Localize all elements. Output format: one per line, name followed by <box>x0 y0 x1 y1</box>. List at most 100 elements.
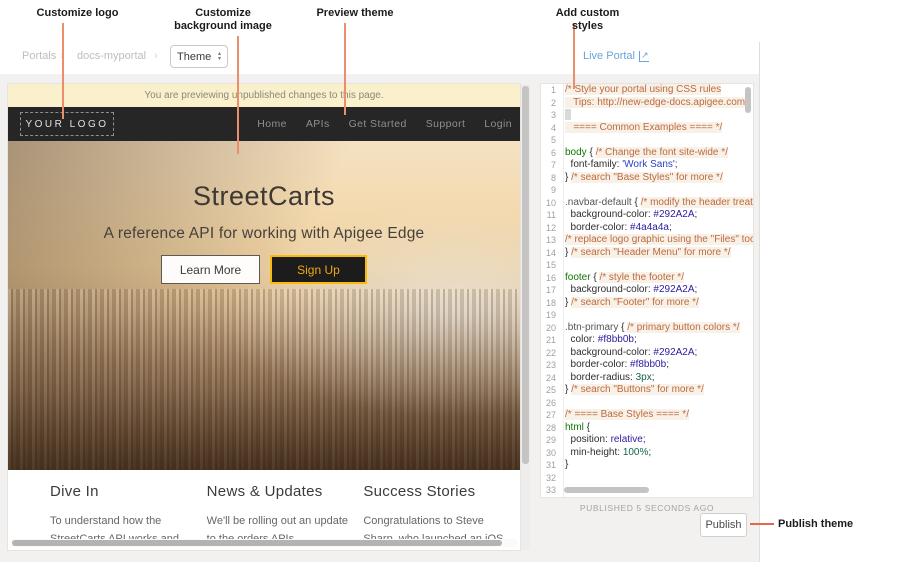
sign-up-button[interactable]: Sign Up <box>270 255 367 284</box>
line-number: 25 <box>541 384 560 397</box>
line-number: 9 <box>541 184 560 197</box>
line-number: 10 <box>541 197 560 210</box>
code-line: 6body { /* Change the font site-wide */ <box>541 147 753 160</box>
code-line: 12 border-color: #4a4a4a; <box>541 222 753 235</box>
callout-line-preview <box>344 23 346 115</box>
editor-horizontal-scrollbar[interactable] <box>564 487 649 493</box>
line-number: 26 <box>541 397 560 410</box>
code-line: 29 position: relative; <box>541 434 753 447</box>
breadcrumb-portal-name[interactable]: docs-myportal <box>77 50 146 62</box>
line-number: 29 <box>541 434 560 447</box>
portal-preview-pane: You are previewing unpublished changes t… <box>8 84 520 550</box>
annotation-add-custom-styles: Add custom styles <box>540 7 635 33</box>
line-number: 22 <box>541 347 560 360</box>
line-number: 20 <box>541 322 560 335</box>
code-line: 15 <box>541 259 753 272</box>
preview-navbar: YOUR LOGO Home APIs Get Started Support Logi… <box>8 107 520 141</box>
line-number: 31 <box>541 459 560 472</box>
code-line: 27/* ==== Base Styles ==== */ <box>541 409 753 422</box>
annotation-publish-theme: Publish theme <box>778 518 853 530</box>
line-number: 32 <box>541 472 560 485</box>
theme-editor-page: Customize logo Customize background imag… <box>0 0 900 584</box>
column-heading: Dive In <box>50 483 196 500</box>
line-number: 19 <box>541 309 560 322</box>
line-number: 18 <box>541 297 560 310</box>
live-portal-label: Live Portal <box>583 50 635 62</box>
code-line: 8} /* search "Base Styles" for more */ <box>541 172 753 185</box>
line-number: 28 <box>541 422 560 435</box>
line-number: 33 <box>541 484 560 497</box>
line-number: 12 <box>541 222 560 235</box>
code-line: 23 border-color: #f8bb0b; <box>541 359 753 372</box>
theme-dropdown[interactable]: Theme ▴▾ <box>170 45 228 68</box>
line-number: 17 <box>541 284 560 297</box>
code-line: 9 <box>541 184 753 197</box>
code-line: 21 color: #f8bb0b; <box>541 334 753 347</box>
city-skyline-graphic <box>8 289 520 470</box>
code-line: 3 <box>541 109 753 122</box>
learn-more-button[interactable]: Learn More <box>161 255 260 284</box>
code-line: 11 background-color: #292A2A; <box>541 209 753 222</box>
code-line: 24 border-radius: 3px; <box>541 372 753 385</box>
code-line: 26 <box>541 397 753 410</box>
line-number: 16 <box>541 272 560 285</box>
published-status: PUBLISHED 5 SECONDS AGO <box>541 503 753 513</box>
chevron-updown-icon: ▴▾ <box>218 52 221 62</box>
preview-content-columns: Dive InTo understand how the StreetCarts… <box>8 470 520 550</box>
code-line: 13/* replace logo graphic using the "Fil… <box>541 234 753 247</box>
preview-nav-link[interactable]: Login <box>484 118 512 130</box>
live-portal-link[interactable]: Live Portal ↗ <box>583 50 649 62</box>
callout-line-publish <box>750 523 774 525</box>
code-line: 10.navbar-default { /* modify the header… <box>541 197 753 210</box>
code-line: 19 <box>541 309 753 322</box>
preview-nav-link[interactable]: Get Started <box>349 118 407 130</box>
code-line: 18} /* search "Footer" for more */ <box>541 297 753 310</box>
callout-line-background <box>237 36 239 154</box>
code-line: 32 <box>541 472 753 485</box>
code-line: 20.btn-primary { /* primary button color… <box>541 322 753 335</box>
preview-nav-link[interactable]: APIs <box>306 118 330 130</box>
code-line: 28html { <box>541 422 753 435</box>
unpublished-changes-banner: You are previewing unpublished changes t… <box>8 84 520 107</box>
line-number: 2 <box>541 97 560 110</box>
code-line: 16footer { /* style the footer */ <box>541 272 753 285</box>
line-number: 8 <box>541 172 560 185</box>
code-line: 5 <box>541 134 753 147</box>
preview-nav-link[interactable]: Home <box>257 118 287 130</box>
hero-title: StreetCarts <box>8 181 520 212</box>
external-link-icon: ↗ <box>639 51 649 62</box>
editor-vertical-scrollbar[interactable] <box>745 87 751 113</box>
line-number: 21 <box>541 334 560 347</box>
css-code-editor[interactable]: 1/* Style your portal using CSS rules2 T… <box>541 84 753 497</box>
column-heading: News & Updates <box>207 483 353 500</box>
code-line: 14} /* search "Header Menu" for more */ <box>541 247 753 260</box>
code-line: 30 min-height: 100%; <box>541 447 753 460</box>
theme-dropdown-value: Theme <box>177 51 211 63</box>
code-line: 4 ==== Common Examples ==== */ <box>541 122 753 135</box>
line-number: 6 <box>541 147 560 160</box>
column-heading: Success Stories <box>363 483 509 500</box>
breadcrumb-separator2: › <box>154 50 158 62</box>
line-number: 7 <box>541 159 560 172</box>
code-line: 17 background-color: #292A2A; <box>541 284 753 297</box>
line-number: 23 <box>541 359 560 372</box>
line-number: 4 <box>541 122 560 135</box>
line-number: 11 <box>541 209 560 222</box>
callout-line-logo <box>62 23 64 119</box>
code-line: 25} /* search "Buttons" for more */ <box>541 384 753 397</box>
annotation-preview-theme: Preview theme <box>310 7 400 20</box>
code-line: 2 Tips: http://new-edge-docs.apigee.com/ <box>541 97 753 110</box>
breadcrumb-portals[interactable]: Portals <box>22 50 56 62</box>
preview-nav-links: Home APIs Get Started Support Login <box>257 107 512 141</box>
publish-button[interactable]: Publish <box>700 513 747 537</box>
preview-nav-link[interactable]: Support <box>426 118 466 130</box>
code-line: 22 background-color: #292A2A; <box>541 347 753 360</box>
line-number: 27 <box>541 409 560 422</box>
code-line: 7 font-family: 'Work Sans'; <box>541 159 753 172</box>
preview-horizontal-scrollbar[interactable] <box>10 539 518 547</box>
annotation-customize-background: Customize background image <box>167 7 279 33</box>
your-logo-placeholder[interactable]: YOUR LOGO <box>20 112 114 136</box>
line-number: 15 <box>541 259 560 272</box>
preview-vertical-scrollbar[interactable] <box>521 84 530 550</box>
annotation-customize-logo: Customize logo <box>30 7 125 20</box>
